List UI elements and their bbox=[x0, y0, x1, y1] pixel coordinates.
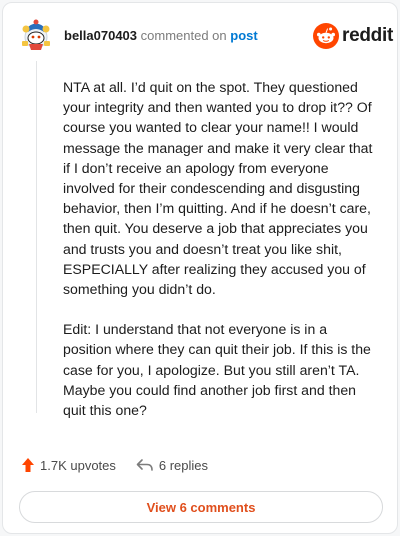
view-comments-button[interactable]: View 6 comments bbox=[19, 491, 383, 523]
user-avatar[interactable] bbox=[19, 17, 53, 53]
comment-body: NTA at all. I’d quit on the spot. They q… bbox=[63, 77, 375, 440]
replies-count: 6 replies bbox=[158, 457, 209, 473]
reddit-brand[interactable]: reddit bbox=[313, 23, 393, 49]
username-link[interactable]: bella070403 bbox=[64, 28, 137, 43]
snoo-avatar-icon bbox=[22, 19, 50, 50]
comment-footer: 1.7K upvotes 6 replies bbox=[21, 457, 208, 473]
post-link[interactable]: post bbox=[230, 28, 257, 43]
comment-header: bella070403 commented on post bbox=[64, 28, 258, 44]
thread-line[interactable] bbox=[36, 61, 37, 413]
reddit-logo-icon bbox=[313, 23, 339, 49]
upvote-count: 1.7K upvotes bbox=[40, 457, 116, 473]
action-text: commented on bbox=[140, 28, 227, 43]
reply-arrow-icon bbox=[136, 459, 153, 471]
upvote-arrow-icon bbox=[22, 458, 34, 472]
comment-paragraph: NTA at all. I’d quit on the spot. They q… bbox=[63, 79, 373, 298]
upvote-button[interactable]: 1.7K upvotes bbox=[21, 457, 116, 473]
reddit-wordmark: reddit bbox=[342, 25, 393, 46]
replies-button[interactable]: 6 replies bbox=[136, 458, 208, 473]
comment-card: bella070403 commented on post reddit NTA… bbox=[2, 2, 398, 534]
comment-paragraph: Edit: I understand that not everyone is … bbox=[63, 321, 371, 419]
